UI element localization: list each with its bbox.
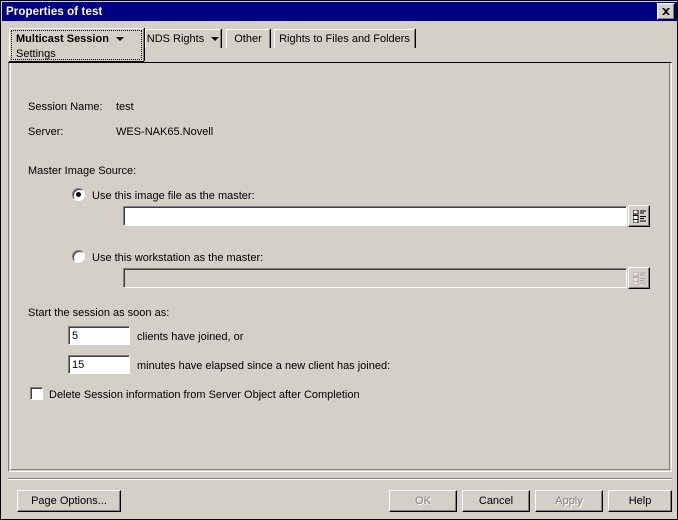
radio-use-image-file[interactable] — [72, 188, 85, 201]
tab-rights-to-files-and-folders-label: Rights to Files and Folders — [279, 32, 410, 45]
radio-use-workstation[interactable] — [72, 250, 85, 263]
tab-multicast-session[interactable]: Multicast Session Settings — [9, 28, 144, 61]
tab-nds-rights-label: NDS Rights — [146, 32, 205, 45]
clients-joined-suffix-label: clients have joined, or — [137, 331, 244, 343]
workstation-input[interactable] — [123, 268, 627, 288]
ok-button[interactable]: OK — [389, 490, 457, 512]
page-options-button[interactable]: Page Options... — [17, 490, 121, 512]
minutes-elapsed-suffix-label: minutes have elapsed since a new client … — [137, 360, 391, 372]
footer-divider — [8, 478, 672, 480]
image-file-browse-button[interactable] — [628, 205, 650, 227]
server-value: WES-NAK65.Novell — [116, 126, 214, 138]
start-session-label: Start the session as soon as: — [28, 307, 170, 319]
cancel-button[interactable]: Cancel — [462, 490, 530, 512]
title-bar: Properties of test — [2, 2, 677, 21]
delete-session-checkbox[interactable] — [30, 387, 43, 400]
tree-browse-icon — [632, 271, 646, 285]
clients-joined-input[interactable] — [68, 326, 130, 345]
session-name-label: Session Name: — [28, 101, 103, 113]
tab-nds-rights[interactable]: NDS Rights — [145, 29, 221, 48]
help-button[interactable]: Help — [608, 490, 672, 512]
tree-browse-icon — [632, 209, 646, 223]
content-panel: Session Name: test Server: WES-NAK65.Nov… — [8, 62, 672, 472]
minutes-elapsed-input[interactable] — [68, 355, 130, 374]
chevron-down-icon — [115, 37, 124, 41]
radio-use-image-file-label: Use this image file as the master: — [92, 190, 255, 202]
tab-multicast-session-label: Multicast Session — [16, 32, 109, 45]
chevron-down-icon — [211, 37, 220, 41]
workstation-browse-button[interactable] — [628, 267, 650, 289]
content-panel-inner: Session Name: test Server: WES-NAK65.Nov… — [10, 63, 670, 470]
window-title: Properties of test — [6, 5, 103, 18]
tab-strip: Multicast Session Settings NDS Rights Ot… — [2, 21, 677, 63]
tab-other[interactable]: Other — [226, 29, 270, 48]
radio-use-workstation-label: Use this workstation as the master: — [92, 252, 264, 264]
master-image-source-label: Master Image Source: — [28, 165, 137, 177]
apply-button[interactable]: Apply — [535, 490, 603, 512]
close-icon — [662, 8, 670, 15]
radio-selected-dot — [76, 192, 81, 197]
close-button[interactable] — [657, 3, 675, 20]
tab-multicast-session-sublabel: Settings — [16, 48, 56, 60]
image-file-input[interactable] — [123, 206, 627, 226]
tab-other-label: Other — [234, 32, 262, 45]
server-label: Server: — [28, 126, 64, 138]
session-name-value: test — [116, 101, 134, 113]
tab-rights-to-files-and-folders[interactable]: Rights to Files and Folders — [274, 29, 415, 48]
properties-dialog-window: Properties of test Multicast Session Set… — [0, 0, 678, 520]
delete-session-label: Delete Session information from Server O… — [49, 389, 360, 401]
tab-multicast-session-row1: Multicast Session — [10, 29, 143, 46]
